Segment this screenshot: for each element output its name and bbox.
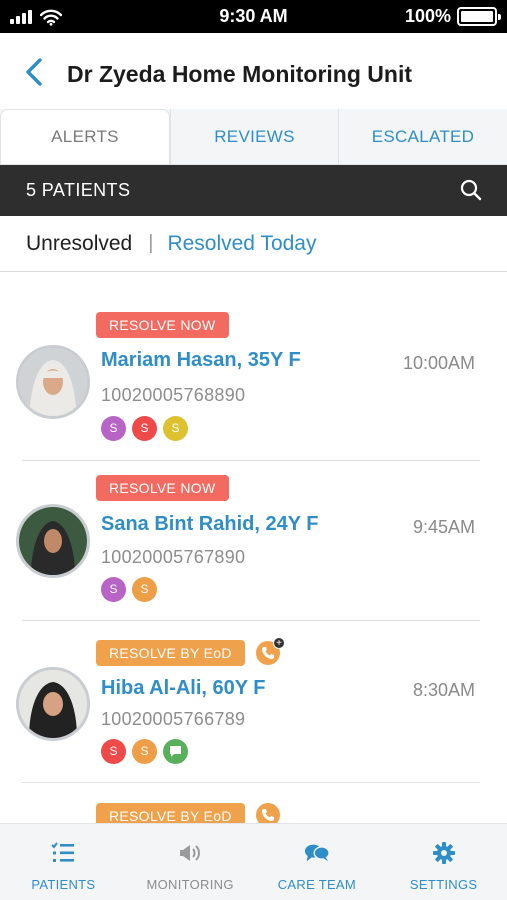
symptom-chip: S	[101, 416, 126, 441]
nav-patients[interactable]: PATIENTS	[0, 824, 127, 900]
nav-settings[interactable]: SETTINGS	[380, 824, 507, 900]
nav-label: CARE TEAM	[277, 877, 357, 892]
resolve-eod-badge: RESOLVE BY EoD	[96, 803, 245, 823]
patients-count: 5 PATIENTS	[26, 180, 131, 200]
resolve-eod-badge: RESOLVE BY EoD	[96, 640, 245, 666]
patient-name: Sana Bint Rahid, 24Y F	[101, 513, 319, 535]
page-title: Dr Zyeda Home Monitoring Unit	[67, 61, 412, 87]
nav-care-team[interactable]: CARE TEAM	[254, 824, 381, 900]
phone-icon	[262, 647, 274, 659]
nav-monitoring[interactable]: MONITORING	[127, 824, 254, 900]
patient-name: Hiba Al-Ali, 60Y F	[101, 677, 266, 699]
avatar	[16, 345, 90, 419]
filter-resolved-today[interactable]: Resolved Today	[167, 232, 316, 256]
care-team-icon	[304, 841, 330, 865]
patient-id: 10020005768890	[101, 385, 246, 405]
patient-card[interactable]: RESOLVE NOW Sana Bint Rahid, 24Y F 9:45A…	[0, 461, 507, 621]
call-request-icon[interactable]: +	[256, 637, 285, 665]
symptom-chip: S	[132, 577, 157, 602]
status-bar: 9:30 AM 100%	[0, 0, 507, 33]
alert-time: 10:00AM	[402, 353, 475, 373]
chat-icon	[163, 739, 188, 764]
search-icon	[460, 179, 482, 201]
tab-bar: ALERTS REVIEWS ESCALATED	[0, 109, 507, 165]
tab-alerts[interactable]: ALERTS	[0, 109, 170, 164]
avatar	[16, 504, 90, 578]
patient-id: 10020005766789	[101, 709, 246, 729]
alert-time: 9:45AM	[412, 517, 475, 537]
alert-chips: S S	[101, 739, 188, 764]
resolve-now-badge: RESOLVE NOW	[96, 312, 229, 338]
phone-icon	[262, 809, 274, 821]
battery-icon	[457, 7, 501, 26]
nav-label: SETTINGS	[409, 877, 478, 892]
symptom-chip: S	[132, 416, 157, 441]
patient-id: 10020005767890	[101, 547, 246, 567]
patients-bar: 5 PATIENTS	[0, 165, 507, 216]
battery-percent: 100%	[404, 6, 451, 26]
plus-icon: +	[273, 637, 285, 649]
bottom-nav: PATIENTS MONITORING CARE TEAM SETTINGS	[0, 823, 507, 900]
resolve-now-badge: RESOLVE NOW	[96, 475, 229, 501]
symptom-chip: S	[101, 577, 126, 602]
patients-list-icon	[50, 841, 76, 865]
tab-escalated[interactable]: ESCALATED	[338, 109, 507, 164]
patient-card[interactable]: RESOLVE BY EoD	[0, 783, 507, 823]
search-button[interactable]	[459, 178, 485, 204]
alert-chips: S S S	[101, 416, 188, 441]
nav-label: MONITORING	[146, 877, 234, 892]
symptom-chip: S	[101, 739, 126, 764]
patient-card[interactable]: RESOLVE NOW Mariam Hasan, 35Y F 10:00AM …	[0, 273, 507, 461]
monitoring-icon	[177, 841, 203, 865]
filter-unresolved[interactable]: Unresolved	[26, 232, 132, 256]
gear-icon	[431, 841, 457, 865]
patient-name: Mariam Hasan, 35Y F	[101, 349, 301, 371]
symptom-chip: S	[132, 739, 157, 764]
back-button[interactable]	[18, 55, 50, 89]
patient-list: RESOLVE NOW Mariam Hasan, 35Y F 10:00AM …	[0, 273, 507, 823]
chevron-left-icon	[26, 58, 42, 86]
tab-reviews[interactable]: REVIEWS	[170, 109, 338, 164]
app-header: Dr Zyeda Home Monitoring Unit	[0, 33, 507, 111]
symptom-chip: S	[163, 416, 188, 441]
filter-separator: |	[148, 232, 154, 254]
call-request-icon[interactable]	[256, 803, 280, 823]
alert-chips: S S	[101, 577, 157, 602]
nav-label: PATIENTS	[31, 877, 96, 892]
patient-card[interactable]: RESOLVE BY EoD + Hiba Al-Ali, 60Y F 8:30…	[0, 621, 507, 783]
status-right: 100%	[404, 6, 501, 27]
alert-time: 8:30AM	[412, 680, 475, 700]
filter-row: Unresolved | Resolved Today	[0, 216, 507, 272]
avatar	[16, 667, 90, 741]
